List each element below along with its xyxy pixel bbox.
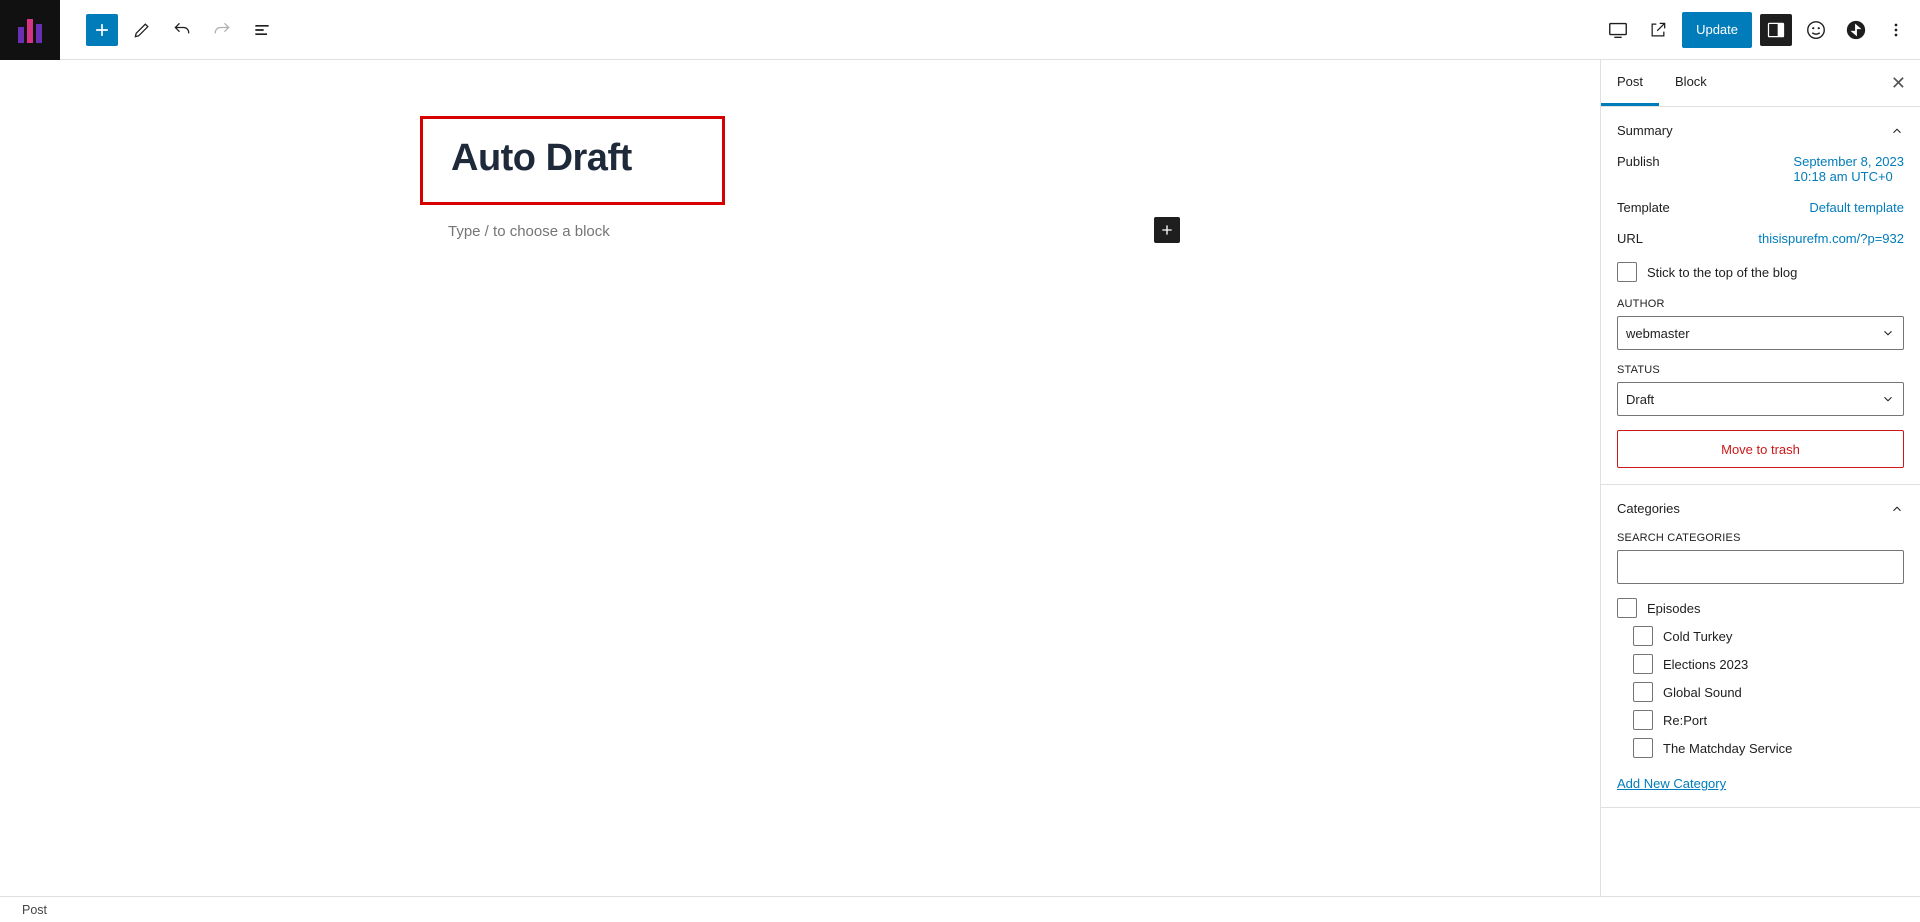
sticky-checkbox[interactable] — [1617, 262, 1637, 282]
chevron-down-icon — [1881, 326, 1895, 340]
bolt-circle-icon — [1845, 19, 1867, 41]
sticky-label: Stick to the top of the blog — [1647, 265, 1797, 280]
categories-list: Episodes Cold Turkey Elections 2023 Global … — [1617, 598, 1920, 766]
category-item: Elections 2023 — [1633, 654, 1904, 674]
category-checkbox[interactable] — [1633, 682, 1653, 702]
redo-button[interactable] — [206, 14, 238, 46]
options-button[interactable] — [1880, 14, 1912, 46]
empty-block-prompt[interactable]: Type / to choose a block — [420, 217, 1180, 246]
document-overview-button[interactable] — [246, 14, 278, 46]
view-button[interactable] — [1602, 14, 1634, 46]
external-icon — [1648, 20, 1668, 40]
add-block-button[interactable] — [1154, 217, 1180, 243]
editor-footer: Post — [0, 896, 1920, 922]
chevron-up-icon — [1890, 502, 1904, 516]
url-value[interactable]: thisispurefm.com/?p=932 — [1758, 231, 1904, 246]
update-button[interactable]: Update — [1682, 12, 1752, 48]
template-label: Template — [1617, 200, 1670, 215]
search-categories-label: SEARCH CATEGORIES — [1617, 532, 1904, 544]
list-view-icon — [252, 20, 272, 40]
category-label: Global Sound — [1663, 685, 1742, 700]
close-sidebar-button[interactable]: ✕ — [1877, 73, 1920, 94]
summary-panel-toggle[interactable]: Summary — [1601, 107, 1920, 154]
pencil-icon — [132, 20, 152, 40]
category-checkbox[interactable] — [1633, 626, 1653, 646]
logo-icon — [15, 15, 45, 45]
tab-post[interactable]: Post — [1601, 60, 1659, 106]
settings-sidebar: Post Block ✕ Summary Publish Septem — [1600, 60, 1920, 896]
block-prompt-text: Type / to choose a block — [448, 223, 610, 240]
settings-sidebar-toggle[interactable] — [1760, 14, 1792, 46]
author-label: AUTHOR — [1617, 298, 1904, 310]
post-title-highlight: Auto Draft — [420, 116, 725, 205]
site-logo[interactable] — [0, 0, 60, 60]
desktop-icon — [1607, 19, 1629, 41]
redo-icon — [212, 20, 232, 40]
url-label: URL — [1617, 231, 1643, 246]
jetpack-button[interactable] — [1840, 14, 1872, 46]
category-checkbox[interactable] — [1633, 710, 1653, 730]
author-value: webmaster — [1626, 326, 1690, 341]
add-new-category-link[interactable]: Add New Category — [1617, 776, 1726, 791]
undo-icon — [172, 20, 192, 40]
category-checkbox[interactable] — [1617, 598, 1637, 618]
search-categories-input[interactable] — [1617, 550, 1904, 584]
category-item: Global Sound — [1633, 682, 1904, 702]
status-label: STATUS — [1617, 364, 1904, 376]
block-inserter-button[interactable] — [86, 14, 118, 46]
categories-panel-toggle[interactable]: Categories — [1601, 485, 1920, 532]
category-checkbox[interactable] — [1633, 654, 1653, 674]
post-title[interactable]: Auto Draft — [451, 137, 698, 180]
category-item: Episodes — [1617, 598, 1904, 618]
category-item: The Matchday Service — [1633, 738, 1904, 758]
chevron-up-icon — [1890, 124, 1904, 138]
publish-label: Publish — [1617, 154, 1660, 169]
more-vertical-icon — [1886, 20, 1906, 40]
undo-button[interactable] — [166, 14, 198, 46]
status-select[interactable]: Draft — [1617, 382, 1904, 416]
template-value[interactable]: Default template — [1809, 200, 1904, 215]
category-label: Cold Turkey — [1663, 629, 1732, 644]
preview-button[interactable] — [1642, 14, 1674, 46]
category-item: Cold Turkey — [1633, 626, 1904, 646]
category-label: Elections 2023 — [1663, 657, 1748, 672]
face-icon — [1805, 19, 1827, 41]
tools-button[interactable] — [126, 14, 158, 46]
category-item: Re:Port — [1633, 710, 1904, 730]
category-checkbox[interactable] — [1633, 738, 1653, 758]
publish-value[interactable]: September 8, 2023 10:18 am UTC+0 — [1793, 154, 1904, 184]
sidebar-icon — [1766, 20, 1786, 40]
top-toolbar: Update — [0, 0, 1920, 60]
move-to-trash-button[interactable]: Move to trash — [1617, 430, 1904, 468]
breadcrumb[interactable]: Post — [22, 903, 47, 917]
editor-canvas[interactable]: Auto Draft Type / to choose a block — [0, 60, 1600, 896]
summary-heading: Summary — [1617, 123, 1673, 138]
status-value: Draft — [1626, 392, 1654, 407]
plus-icon — [92, 20, 112, 40]
category-label: Re:Port — [1663, 713, 1707, 728]
plus-icon — [1159, 222, 1175, 238]
seo-button[interactable] — [1800, 14, 1832, 46]
category-label: The Matchday Service — [1663, 741, 1792, 756]
categories-heading: Categories — [1617, 501, 1680, 516]
author-select[interactable]: webmaster — [1617, 316, 1904, 350]
chevron-down-icon — [1881, 392, 1895, 406]
category-label: Episodes — [1647, 601, 1700, 616]
tab-block[interactable]: Block — [1659, 60, 1723, 106]
